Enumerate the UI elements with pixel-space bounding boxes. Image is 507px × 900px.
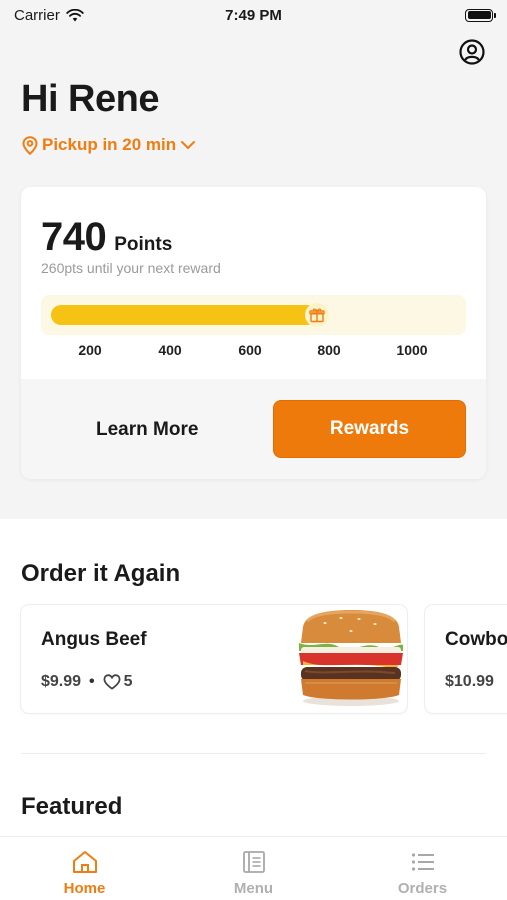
learn-more-button[interactable]: Learn More — [96, 419, 198, 441]
order-again-carousel[interactable]: Angus Beef $9.99 • 5 Cowbo $10.99 — [21, 605, 507, 713]
gift-icon — [305, 303, 329, 327]
burger-image — [299, 610, 403, 706]
home-icon — [72, 851, 97, 873]
tab-menu[interactable]: Menu — [169, 837, 338, 900]
order-again-title: Order it Again — [21, 560, 181, 587]
tab-label: Orders — [397, 880, 448, 897]
points-card: 740 Points 260pts until your next reward… — [21, 187, 486, 479]
order-item-name: Cowboy — [445, 629, 507, 650]
tick-label: 200 — [78, 342, 102, 358]
progress-fill — [51, 305, 317, 325]
tick-label: 600 — [238, 342, 262, 358]
likes-value: 5 — [123, 673, 133, 690]
order-card-cowboy[interactable]: Cowboy $10.99 — [425, 605, 507, 713]
tick-label: 400 — [158, 342, 182, 358]
progress-ticks: 200 400 600 800 1000 — [21, 342, 486, 362]
greeting-title: Hi Rene — [21, 78, 159, 120]
tab-label: Home — [63, 880, 106, 897]
points-value: 740 — [41, 215, 107, 259]
status-bar: Carrier 7:49 PM — [0, 0, 507, 30]
separator-dot: • — [89, 673, 95, 690]
section-divider — [21, 753, 486, 754]
carrier-label: Carrier — [14, 6, 60, 24]
points-card-footer: Learn More Rewards — [21, 379, 486, 479]
order-item-name: Angus Beef — [41, 629, 147, 650]
points-row: 740 Points — [41, 215, 172, 260]
order-item-meta: $10.99 — [445, 673, 494, 691]
profile-icon — [459, 39, 485, 65]
points-subtitle: 260pts until your next reward — [41, 260, 221, 276]
tab-label: Menu — [233, 880, 274, 897]
pickup-selector[interactable]: Pickup in 20 min — [22, 135, 196, 155]
rewards-button[interactable]: Rewards — [273, 400, 466, 458]
heart-icon — [103, 674, 121, 690]
wifi-icon — [66, 8, 84, 21]
pickup-label: Pickup in 20 min — [42, 135, 177, 154]
order-item-meta: $9.99 • 5 — [41, 673, 133, 691]
tab-orders[interactable]: Orders — [338, 837, 507, 900]
tick-label: 1000 — [396, 342, 428, 358]
location-pin-icon — [22, 135, 38, 155]
orders-list-icon — [411, 853, 434, 871]
status-left: Carrier — [14, 7, 84, 24]
likes-count: 5 — [103, 673, 133, 691]
order-card-angus-beef[interactable]: Angus Beef $9.99 • 5 — [21, 605, 407, 713]
menu-book-icon — [242, 851, 265, 873]
featured-title: Featured — [21, 793, 123, 820]
progress-track — [41, 295, 466, 335]
tab-home[interactable]: Home — [0, 837, 169, 900]
order-item-price: $9.99 — [41, 673, 82, 690]
chevron-down-icon — [181, 141, 196, 149]
battery-icon — [465, 8, 496, 22]
points-label: Points — [114, 234, 173, 255]
tick-label: 800 — [317, 342, 341, 358]
tab-bar: Home Menu Orders — [0, 836, 507, 900]
profile-button[interactable] — [457, 37, 487, 67]
order-item-price: $10.99 — [445, 673, 494, 690]
